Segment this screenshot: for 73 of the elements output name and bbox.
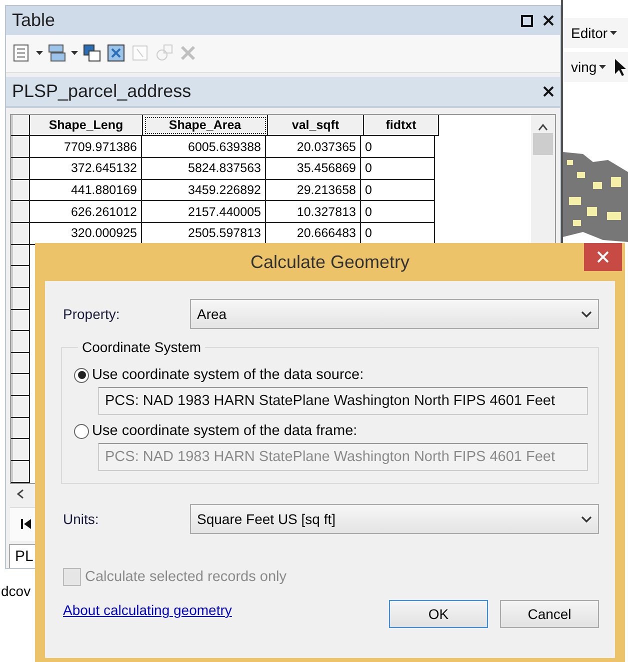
units-dropdown[interactable]: Square Feet US [sq ft] [190,504,599,534]
table-tab[interactable]: PL [9,544,36,568]
table-cell: 10.327813 [266,201,361,223]
table-cell: 0 [361,158,435,180]
input-field[interactable]: PCS: NAD 1983 HARN StatePlane Washington North FIPS 4601 Feet [98,387,588,415]
row-selector[interactable] [11,136,30,158]
row-selector[interactable] [11,244,30,266]
table-cell: 0 [361,136,435,158]
table-cell: 7709.971386 [30,136,142,158]
table-cell: 35.456869 [266,158,361,180]
window-title: Table [12,10,56,31]
table-cell: 0 [361,180,435,202]
row-selector[interactable] [11,158,30,180]
column-header[interactable]: Shape_Leng [30,114,143,136]
caret-icon[interactable] [598,65,606,69]
row-selector[interactable] [11,331,30,353]
table-cell: 3459.226892 [142,180,266,202]
row-selector[interactable] [11,374,30,396]
field-label: Units: [63,511,100,527]
toolbar-icon[interactable] [82,43,102,64]
caret-icon[interactable] [36,51,43,56]
group-title: Coordinate System [81,339,202,355]
close-icon[interactable] [543,86,554,97]
row-selector[interactable] [11,439,30,461]
row-selector[interactable] [11,266,30,288]
radio-button[interactable] [74,424,89,438]
status-text: dcov [1,583,32,599]
table-cell: 626.261012 [30,201,142,223]
table-cell: 5824.837563 [142,158,266,180]
column-header[interactable]: val_sqft [268,114,364,136]
row-selector[interactable] [11,310,30,332]
table-cell: 441.880169 [30,180,142,202]
table-cell: 29.213658 [266,180,361,202]
cancel-button[interactable]: Cancel [500,600,599,628]
table-cell: 20.037365 [266,136,361,158]
toolbar-icon[interactable] [47,43,67,64]
table-title: PLSP_parcel_address [12,80,192,102]
caret-icon[interactable] [71,51,78,56]
row-selector[interactable] [11,418,30,440]
row-selector[interactable] [11,180,30,202]
toolbar-icon[interactable] [106,43,126,64]
row-selector[interactable] [11,396,30,418]
first-record-icon[interactable] [20,518,32,530]
row-selector[interactable] [11,352,30,374]
radio-label[interactable]: Use coordinate system of the data source: [92,367,364,383]
table-cell: 6005.639388 [142,136,266,158]
caret-icon[interactable] [610,31,617,35]
radio-label[interactable]: Use coordinate system of the data frame: [92,423,358,439]
column-header[interactable]: fidtxt [364,114,439,136]
row-selector[interactable] [11,460,30,483]
row-selector[interactable] [11,222,30,245]
scroll-left-icon[interactable] [16,489,24,500]
field-label: Property: [63,306,121,322]
chevron-icon[interactable] [581,310,592,318]
radio-button[interactable] [74,368,89,382]
ok-button[interactable]: OK [389,600,488,628]
property-dropdown[interactable]: Area [190,299,599,329]
help-link[interactable]: About calculating geometry [63,602,377,618]
table-cell: 2157.440005 [142,201,266,223]
close-button[interactable] [584,243,622,271]
maximize-icon[interactable] [521,14,533,26]
table-cell: 372.645132 [30,158,142,180]
dialog-title: Calculate Geometry [250,252,410,272]
column-header[interactable]: Shape_Area [143,114,268,136]
row-selector[interactable] [11,201,30,223]
scroll-thumb[interactable] [533,132,553,155]
row-selector[interactable] [11,288,30,310]
table-cell: 0 [361,201,435,223]
close-icon[interactable] [543,15,554,26]
pointer-icon[interactable] [614,58,626,76]
scroll-up-icon[interactable] [538,122,548,131]
chevron-icon[interactable] [581,516,592,522]
row-selector[interactable] [11,114,30,136]
